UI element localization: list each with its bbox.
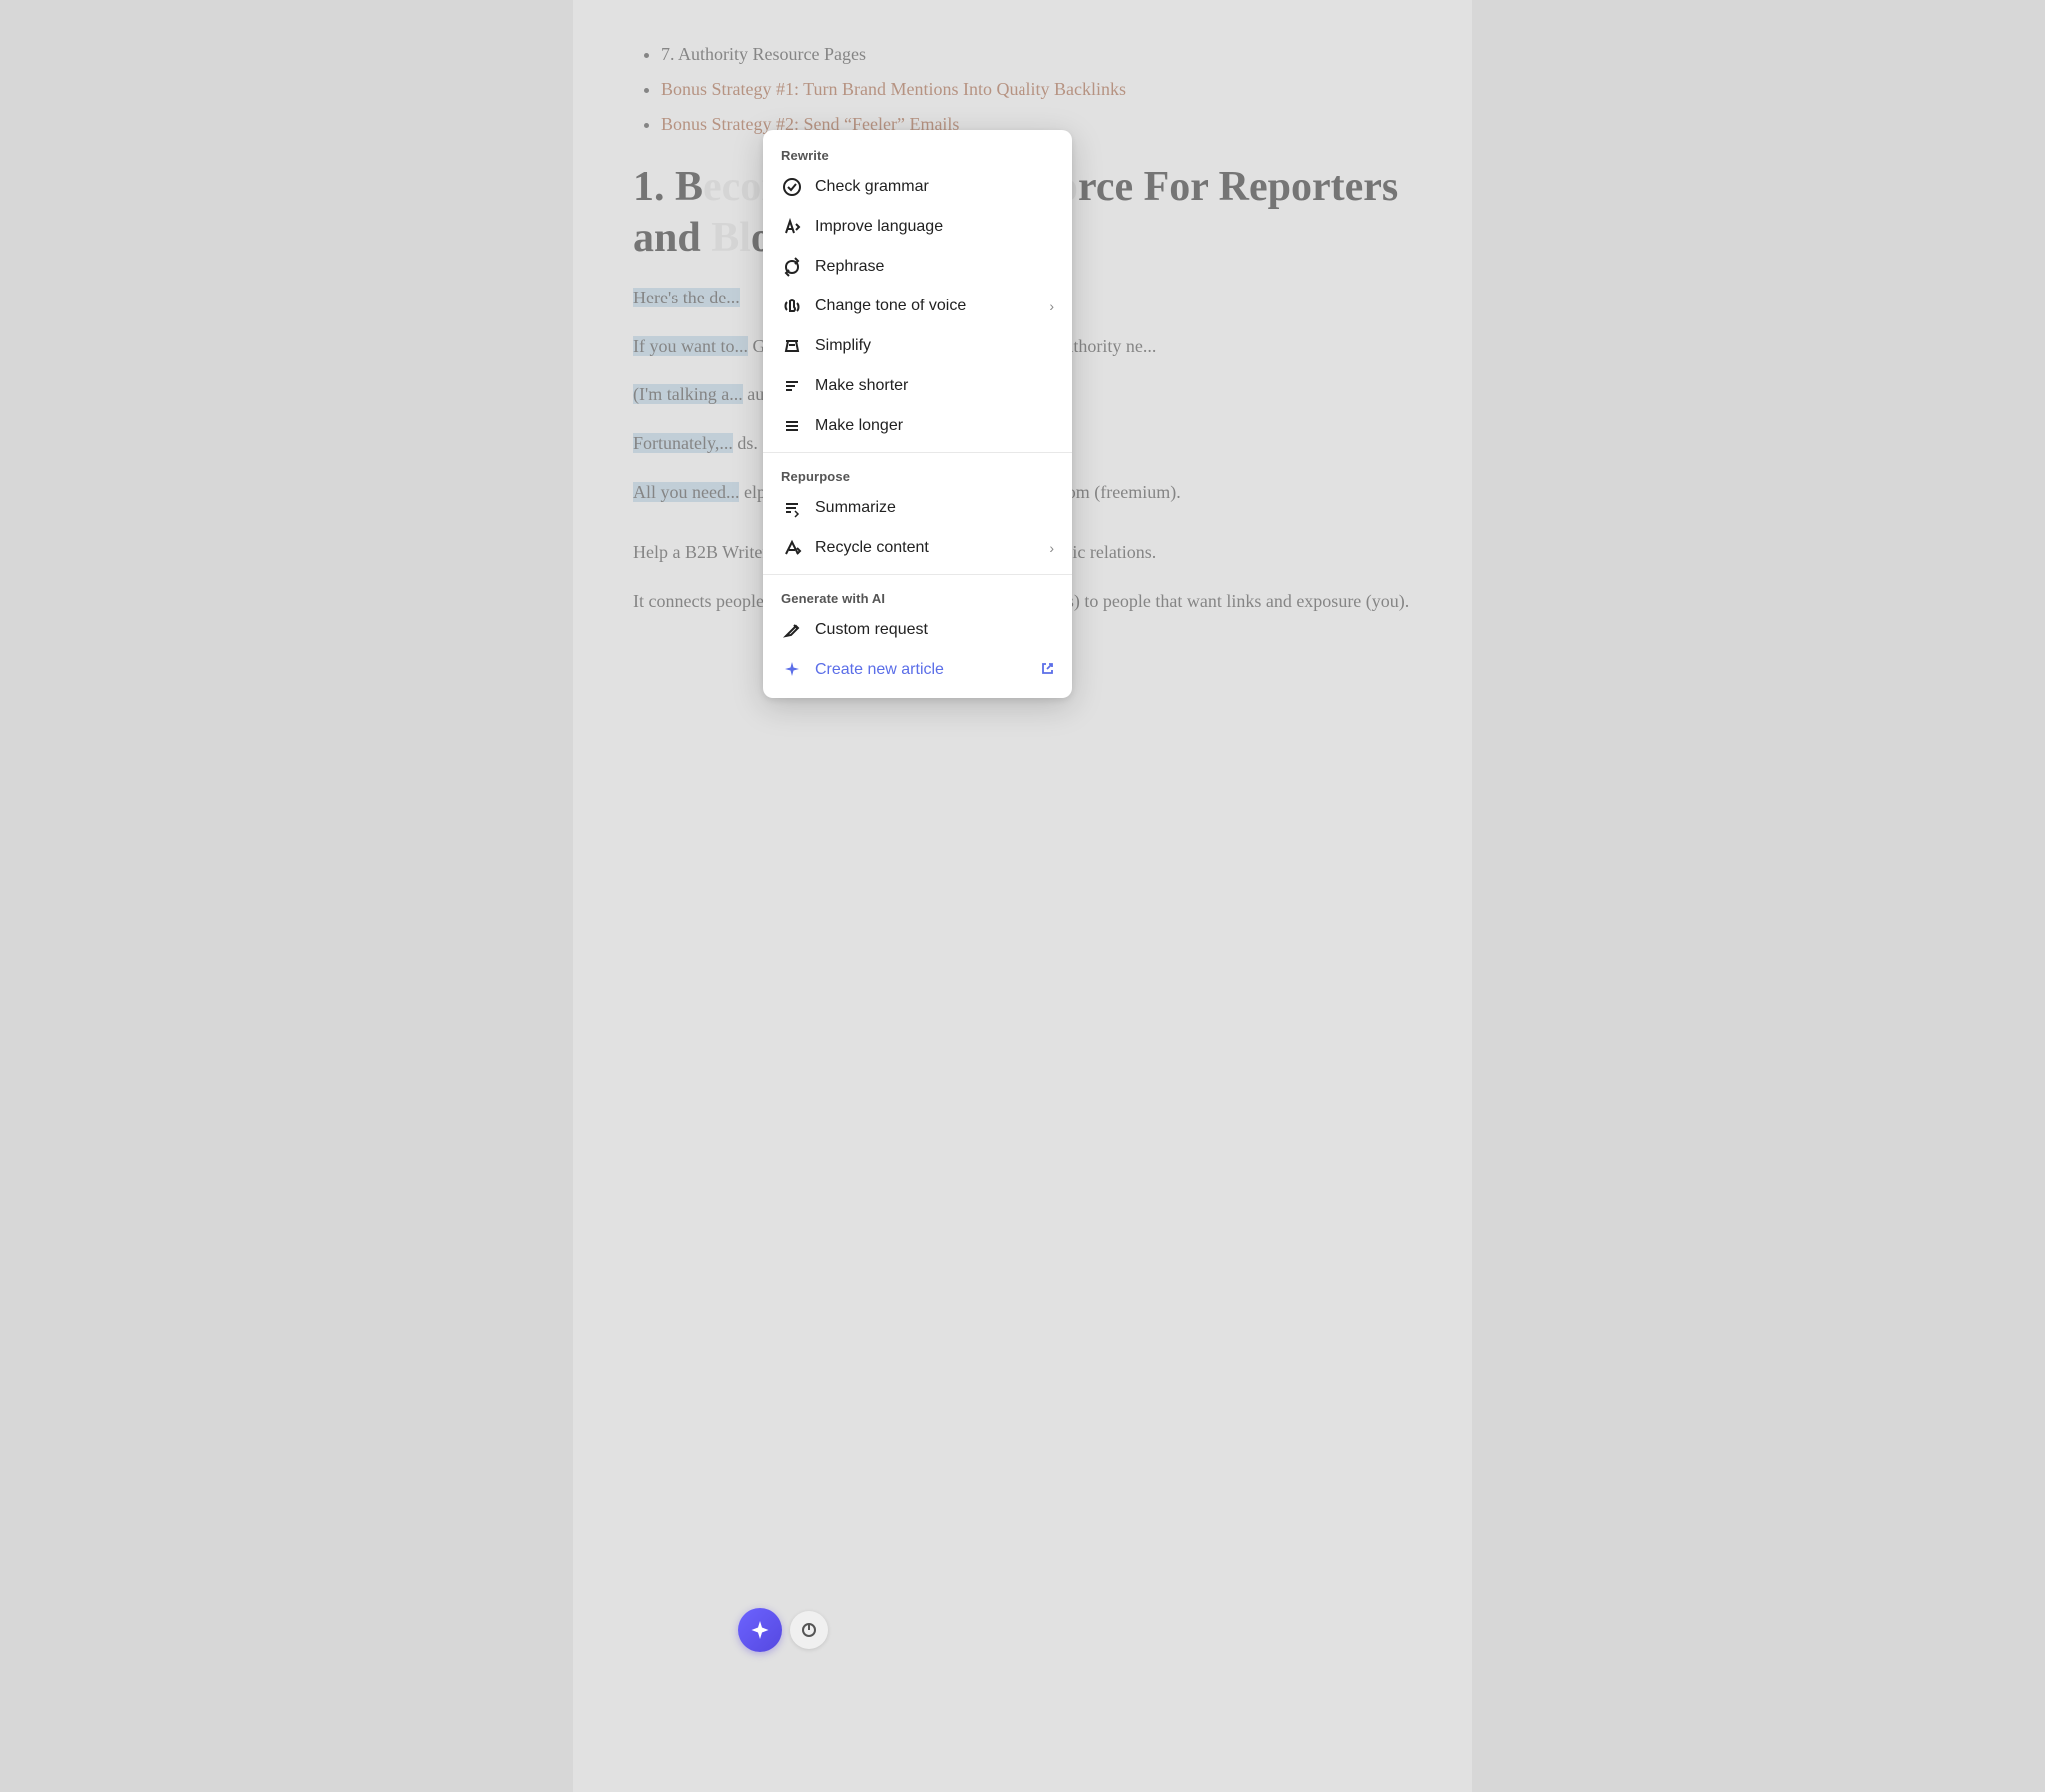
create-article-label: Create new article: [815, 661, 1025, 679]
menu-item-rephrase[interactable]: Rephrase: [763, 247, 1072, 287]
check-grammar-icon: [781, 176, 803, 198]
menu-item-change-tone[interactable]: Change tone of voice ›: [763, 287, 1072, 326]
menu-item-make-shorter[interactable]: Make shorter: [763, 366, 1072, 406]
change-tone-chevron: ›: [1049, 299, 1054, 314]
external-link-icon: [1041, 662, 1054, 678]
simplify-label: Simplify: [815, 337, 1054, 355]
menu-item-summarize[interactable]: Summarize: [763, 488, 1072, 528]
improve-language-icon: [781, 216, 803, 238]
make-shorter-label: Make shorter: [815, 377, 1054, 395]
summarize-icon: [781, 497, 803, 519]
ai-power-button[interactable]: [790, 1611, 828, 1649]
generate-section-label: Generate with AI: [763, 581, 1072, 610]
make-longer-label: Make longer: [815, 417, 1054, 435]
menu-item-simplify[interactable]: Simplify: [763, 326, 1072, 366]
menu-item-create-article[interactable]: Create new article: [763, 650, 1072, 690]
divider-1: [763, 452, 1072, 453]
change-tone-icon: [781, 296, 803, 317]
recycle-label: Recycle content: [815, 539, 1037, 557]
repurpose-section-label: Repurpose: [763, 459, 1072, 488]
context-menu: Rewrite Check grammar Improve language: [763, 130, 1072, 698]
recycle-chevron: ›: [1049, 540, 1054, 556]
ai-sparkle-button[interactable]: [738, 1608, 782, 1652]
check-grammar-label: Check grammar: [815, 178, 1054, 196]
create-article-icon: [781, 659, 803, 681]
custom-request-icon: [781, 619, 803, 641]
make-longer-icon: [781, 415, 803, 437]
improve-language-label: Improve language: [815, 218, 1054, 236]
menu-item-improve-language[interactable]: Improve language: [763, 207, 1072, 247]
change-tone-label: Change tone of voice: [815, 298, 1037, 315]
ai-button-group: [738, 1608, 828, 1652]
rewrite-section-label: Rewrite: [763, 138, 1072, 167]
summarize-label: Summarize: [815, 499, 1054, 517]
menu-item-check-grammar[interactable]: Check grammar: [763, 167, 1072, 207]
recycle-icon: [781, 537, 803, 559]
menu-item-custom-request[interactable]: Custom request: [763, 610, 1072, 650]
menu-item-recycle[interactable]: Recycle content ›: [763, 528, 1072, 568]
divider-2: [763, 574, 1072, 575]
make-shorter-icon: [781, 375, 803, 397]
simplify-icon: [781, 335, 803, 357]
custom-request-label: Custom request: [815, 621, 1054, 639]
rephrase-label: Rephrase: [815, 258, 1054, 276]
rephrase-icon: [781, 256, 803, 278]
menu-item-make-longer[interactable]: Make longer: [763, 406, 1072, 446]
